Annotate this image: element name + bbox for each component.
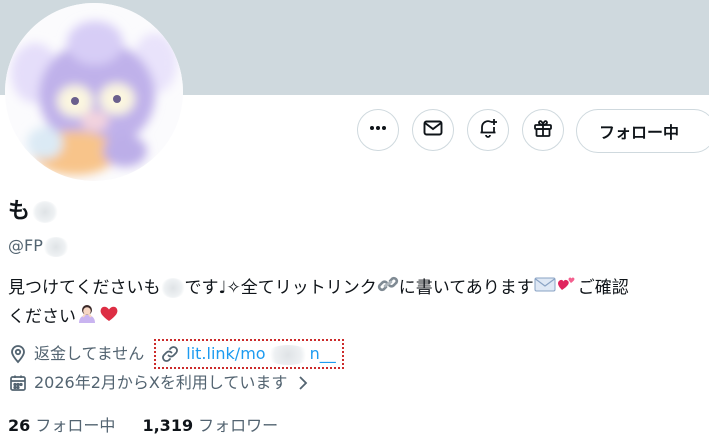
redacted-bio-word bbox=[160, 278, 185, 298]
red-heart-emoji-icon bbox=[98, 303, 120, 331]
chevron-right-icon bbox=[293, 373, 313, 393]
followers-count: 1,319 bbox=[142, 416, 194, 435]
profile-bio: 見つけてくださいも です♩✧全てリットリンク に書いてあります ご確認 ください bbox=[8, 274, 703, 332]
bio-text-5: ください bbox=[8, 307, 76, 327]
handle-text: @FP bbox=[8, 236, 43, 255]
gift-button[interactable] bbox=[522, 109, 564, 151]
avatar[interactable] bbox=[5, 3, 183, 181]
bell-plus-icon bbox=[477, 117, 499, 143]
user-handle: @FP bbox=[8, 235, 69, 257]
mail-icon bbox=[422, 117, 444, 143]
gift-icon bbox=[532, 117, 554, 143]
person-emoji-icon bbox=[76, 302, 98, 332]
joined-row[interactable]: 2026年2月からXを利用しています bbox=[8, 369, 319, 397]
following-label: フォロー中 bbox=[35, 416, 116, 435]
notify-button[interactable] bbox=[467, 109, 509, 151]
two-hearts-emoji-icon bbox=[556, 274, 578, 302]
joined-text: 2026年2月からXを利用しています bbox=[34, 373, 288, 392]
link-text-end: n__ bbox=[309, 344, 336, 363]
followers-label: フォロワー bbox=[198, 416, 279, 435]
link-text-start: lit.link/mo bbox=[186, 344, 266, 363]
more-icon bbox=[368, 118, 388, 142]
calendar-icon bbox=[8, 373, 28, 393]
redacted-name bbox=[32, 201, 59, 223]
location-text: 返金してません bbox=[34, 344, 145, 363]
location-pin-icon bbox=[8, 344, 28, 364]
more-button[interactable] bbox=[357, 109, 399, 151]
following-count: 26 bbox=[8, 416, 31, 435]
profile-link-highlight: lit.link/mo n__ bbox=[154, 339, 344, 369]
avatar-image bbox=[5, 3, 183, 181]
bio-text-3: に書いてあります bbox=[398, 278, 534, 298]
bio-text-1: 見つけてくださいも bbox=[8, 278, 161, 298]
link-icon bbox=[160, 344, 180, 364]
followers-count-link[interactable]: 1,319 フォロワー bbox=[142, 416, 278, 435]
display-name: も bbox=[8, 198, 59, 226]
display-name-text: も bbox=[8, 199, 31, 224]
profile-meta-row: 返金してません lit.link/mo n__ bbox=[8, 339, 344, 369]
redacted-link bbox=[265, 344, 310, 365]
bio-text-4: ご確認 bbox=[577, 278, 629, 298]
bio-text-2: です♩✧全てリットリンク bbox=[184, 278, 377, 298]
following-count-link[interactable]: 26 フォロー中 bbox=[8, 416, 115, 435]
follow-stats: 26 フォロー中 1,319 フォロワー bbox=[8, 414, 300, 438]
envelope-emoji-icon bbox=[534, 275, 556, 301]
link-emoji-icon bbox=[377, 274, 399, 302]
profile-link[interactable]: lit.link/mo n__ bbox=[186, 340, 336, 368]
redacted-handle bbox=[42, 236, 69, 257]
following-button[interactable]: フォロー中 bbox=[576, 109, 709, 153]
message-button[interactable] bbox=[412, 109, 454, 151]
